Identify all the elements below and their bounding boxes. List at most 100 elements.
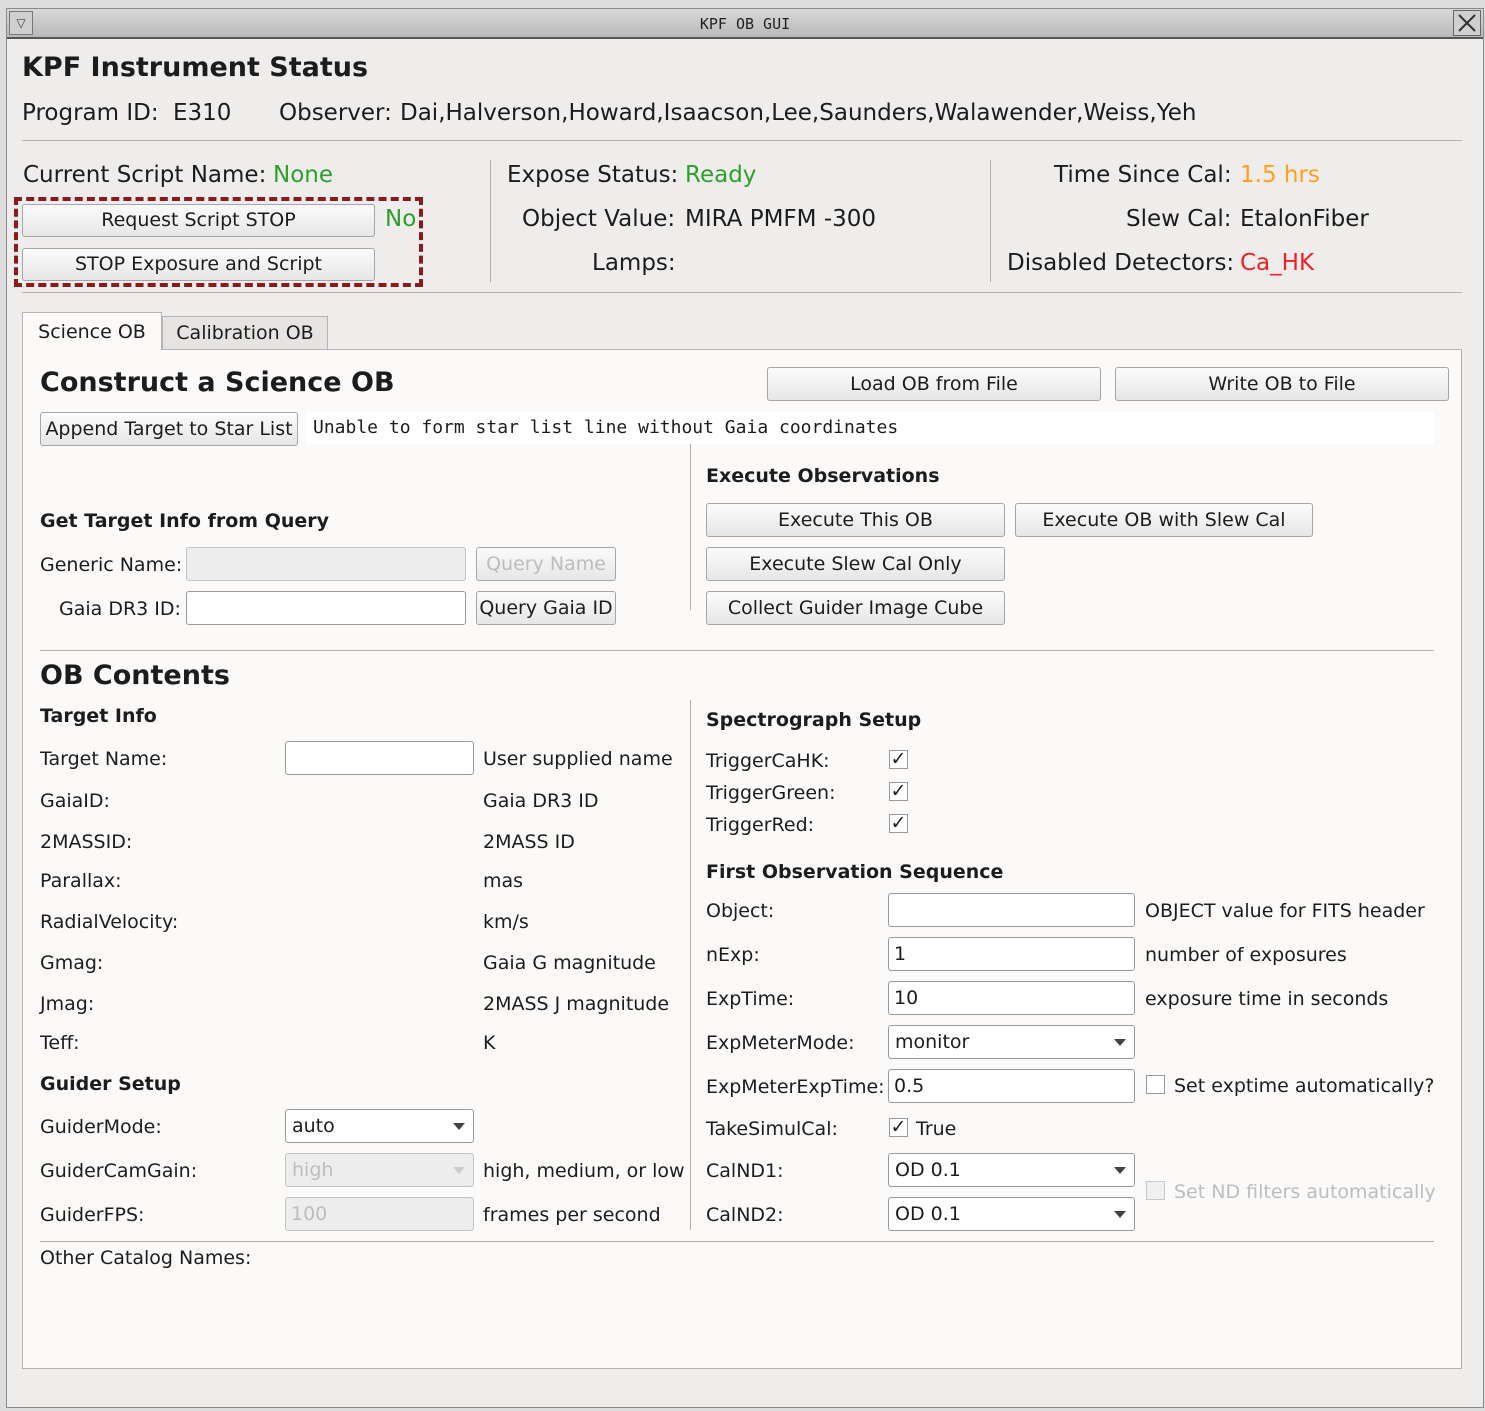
program-id-label: Program ID: bbox=[22, 100, 159, 126]
guider-cube-button[interactable]: Collect Guider Image Cube bbox=[706, 591, 1005, 625]
gaiaid-hint: Gaia DR3 ID bbox=[483, 790, 599, 812]
trigger-cahk-label: TriggerCaHK: bbox=[706, 750, 830, 772]
gaiaid-label: GaiaID: bbox=[40, 790, 110, 812]
target-name-input[interactable] bbox=[285, 741, 474, 775]
execute-ob-button[interactable]: Execute This OB bbox=[706, 503, 1005, 537]
gaia-id-label: Gaia DR3 ID: bbox=[59, 598, 181, 620]
execute-slew-cal-button[interactable]: Execute OB with Slew Cal bbox=[1015, 503, 1313, 537]
load-ob-button[interactable]: Load OB from File bbox=[767, 367, 1101, 401]
observer-value: Dai,Halverson,Howard,Isaacson,Lee,Saunde… bbox=[400, 100, 1197, 126]
object-hint: OBJECT value for FITS header bbox=[1145, 900, 1425, 922]
teff-hint: K bbox=[483, 1032, 496, 1054]
object-label: Object: bbox=[706, 900, 775, 922]
expmeter-mode-select[interactable]: monitor bbox=[888, 1025, 1135, 1059]
tab-science-ob[interactable]: Science OB bbox=[22, 312, 162, 350]
calnd2-label: CalND2: bbox=[706, 1204, 784, 1226]
expmeter-exptime-label: ExpMeterExpTime: bbox=[706, 1076, 885, 1098]
program-id-value: E310 bbox=[173, 100, 232, 126]
exptime-label: ExpTime: bbox=[706, 988, 795, 1010]
spectrograph-heading: Spectrograph Setup bbox=[706, 709, 922, 731]
execute-slew-only-button[interactable]: Execute Slew Cal Only bbox=[706, 547, 1005, 581]
divider bbox=[40, 650, 1434, 651]
object-input[interactable] bbox=[888, 893, 1135, 927]
divider bbox=[490, 160, 491, 282]
window-title: KPF OB GUI bbox=[699, 15, 791, 33]
trigger-green-checkbox[interactable]: ✓ bbox=[889, 782, 908, 801]
auto-nd-checkbox[interactable] bbox=[1146, 1181, 1165, 1200]
calnd2-select[interactable]: OD 0.1 bbox=[888, 1197, 1135, 1231]
nexp-label: nExp: bbox=[706, 944, 760, 966]
tab-calibration-ob[interactable]: Calibration OB bbox=[162, 316, 328, 349]
target-name-hint: User supplied name bbox=[483, 748, 673, 770]
slew-cal-label: Slew Cal: bbox=[1126, 206, 1232, 232]
trigger-cahk-checkbox[interactable]: ✓ bbox=[889, 750, 908, 769]
jmag-hint: 2MASS J magnitude bbox=[483, 993, 670, 1015]
chevron-down-icon bbox=[453, 1167, 465, 1174]
chevron-down-icon bbox=[1114, 1167, 1126, 1174]
construct-heading: Construct a Science OB bbox=[40, 367, 395, 398]
starlist-message: Unable to form star list line without Ga… bbox=[306, 412, 1434, 444]
calnd1-label: CalND1: bbox=[706, 1160, 784, 1182]
guider-mode-value: auto bbox=[292, 1115, 335, 1137]
execute-heading: Execute Observations bbox=[706, 465, 940, 487]
auto-exptime-label: Set exptime automatically? bbox=[1174, 1075, 1435, 1097]
trigger-red-checkbox[interactable]: ✓ bbox=[889, 814, 908, 833]
object-value: MIRA PMFM -300 bbox=[685, 206, 877, 232]
auto-exptime-checkbox[interactable] bbox=[1146, 1075, 1165, 1094]
nexp-hint: number of exposures bbox=[1145, 944, 1347, 966]
expmeter-mode-value: monitor bbox=[895, 1031, 970, 1053]
status-heading: KPF Instrument Status bbox=[22, 52, 369, 83]
target-heading: Target Info bbox=[40, 705, 157, 727]
parallax-label: Parallax: bbox=[40, 870, 122, 892]
object-value-label: Object Value: bbox=[522, 206, 676, 232]
twomassid-hint: 2MASS ID bbox=[483, 831, 575, 853]
expmeter-mode-label: ExpMeterMode: bbox=[706, 1032, 855, 1054]
divider bbox=[690, 444, 691, 610]
radialvelocity-hint: km/s bbox=[483, 911, 529, 933]
expmeter-exptime-input[interactable]: 0.5 bbox=[888, 1069, 1135, 1103]
guider-gain-hint: high, medium, or low bbox=[483, 1160, 685, 1182]
teff-label: Teff: bbox=[40, 1032, 80, 1054]
script-name-value: None bbox=[273, 162, 334, 188]
divider bbox=[40, 1241, 1434, 1242]
contents-heading: OB Contents bbox=[40, 660, 230, 691]
radialvelocity-label: RadialVelocity: bbox=[40, 911, 179, 933]
generic-name-input[interactable] bbox=[186, 547, 466, 581]
guider-fps-input[interactable]: 100 bbox=[285, 1197, 474, 1231]
gaia-id-input[interactable] bbox=[186, 591, 466, 625]
slew-cal-value: EtalonFiber bbox=[1240, 206, 1369, 232]
time-since-cal-label: Time Since Cal: bbox=[1054, 162, 1232, 188]
divider bbox=[22, 140, 1462, 141]
guider-fps-hint: frames per second bbox=[483, 1204, 661, 1226]
query-gaia-button[interactable]: Query Gaia ID bbox=[476, 591, 616, 625]
guider-mode-label: GuiderMode: bbox=[40, 1116, 162, 1138]
guider-mode-select[interactable]: auto bbox=[285, 1109, 474, 1143]
guider-gain-value: high bbox=[292, 1159, 334, 1181]
request-script-stop-button[interactable]: Request Script STOP bbox=[22, 204, 375, 237]
nexp-input[interactable]: 1 bbox=[888, 937, 1135, 971]
query-name-button[interactable]: Query Name bbox=[476, 547, 616, 581]
time-since-cal-value: 1.5 hrs bbox=[1240, 162, 1320, 188]
gmag-label: Gmag: bbox=[40, 952, 104, 974]
guider-gain-select[interactable]: high bbox=[285, 1153, 474, 1187]
guider-gain-label: GuiderCamGain: bbox=[40, 1160, 198, 1182]
chevron-down-icon bbox=[1114, 1211, 1126, 1218]
divider bbox=[690, 700, 691, 1230]
close-icon[interactable] bbox=[1453, 10, 1481, 36]
calnd1-select[interactable]: OD 0.1 bbox=[888, 1153, 1135, 1187]
chevron-down-icon bbox=[453, 1123, 465, 1130]
other-names-label: Other Catalog Names: bbox=[40, 1247, 252, 1269]
expose-status-value: Ready bbox=[685, 162, 757, 188]
expose-status-label: Expose Status: bbox=[507, 162, 679, 188]
simulcal-checkbox[interactable]: ✓ bbox=[889, 1118, 908, 1137]
calnd2-value: OD 0.1 bbox=[895, 1203, 961, 1225]
twomassid-label: 2MASSID: bbox=[40, 831, 133, 853]
title-bar[interactable]: ▽ KPF OB GUI bbox=[7, 9, 1483, 39]
stop-requested-value: No bbox=[385, 206, 417, 232]
exptime-input[interactable]: 10 bbox=[888, 981, 1135, 1015]
stop-exposure-button[interactable]: STOP Exposure and Script bbox=[22, 248, 375, 281]
generic-name-label: Generic Name: bbox=[40, 554, 183, 576]
write-ob-button[interactable]: Write OB to File bbox=[1115, 367, 1449, 401]
lamps-label: Lamps: bbox=[592, 250, 676, 276]
append-star-list-button[interactable]: Append Target to Star List bbox=[40, 412, 298, 446]
